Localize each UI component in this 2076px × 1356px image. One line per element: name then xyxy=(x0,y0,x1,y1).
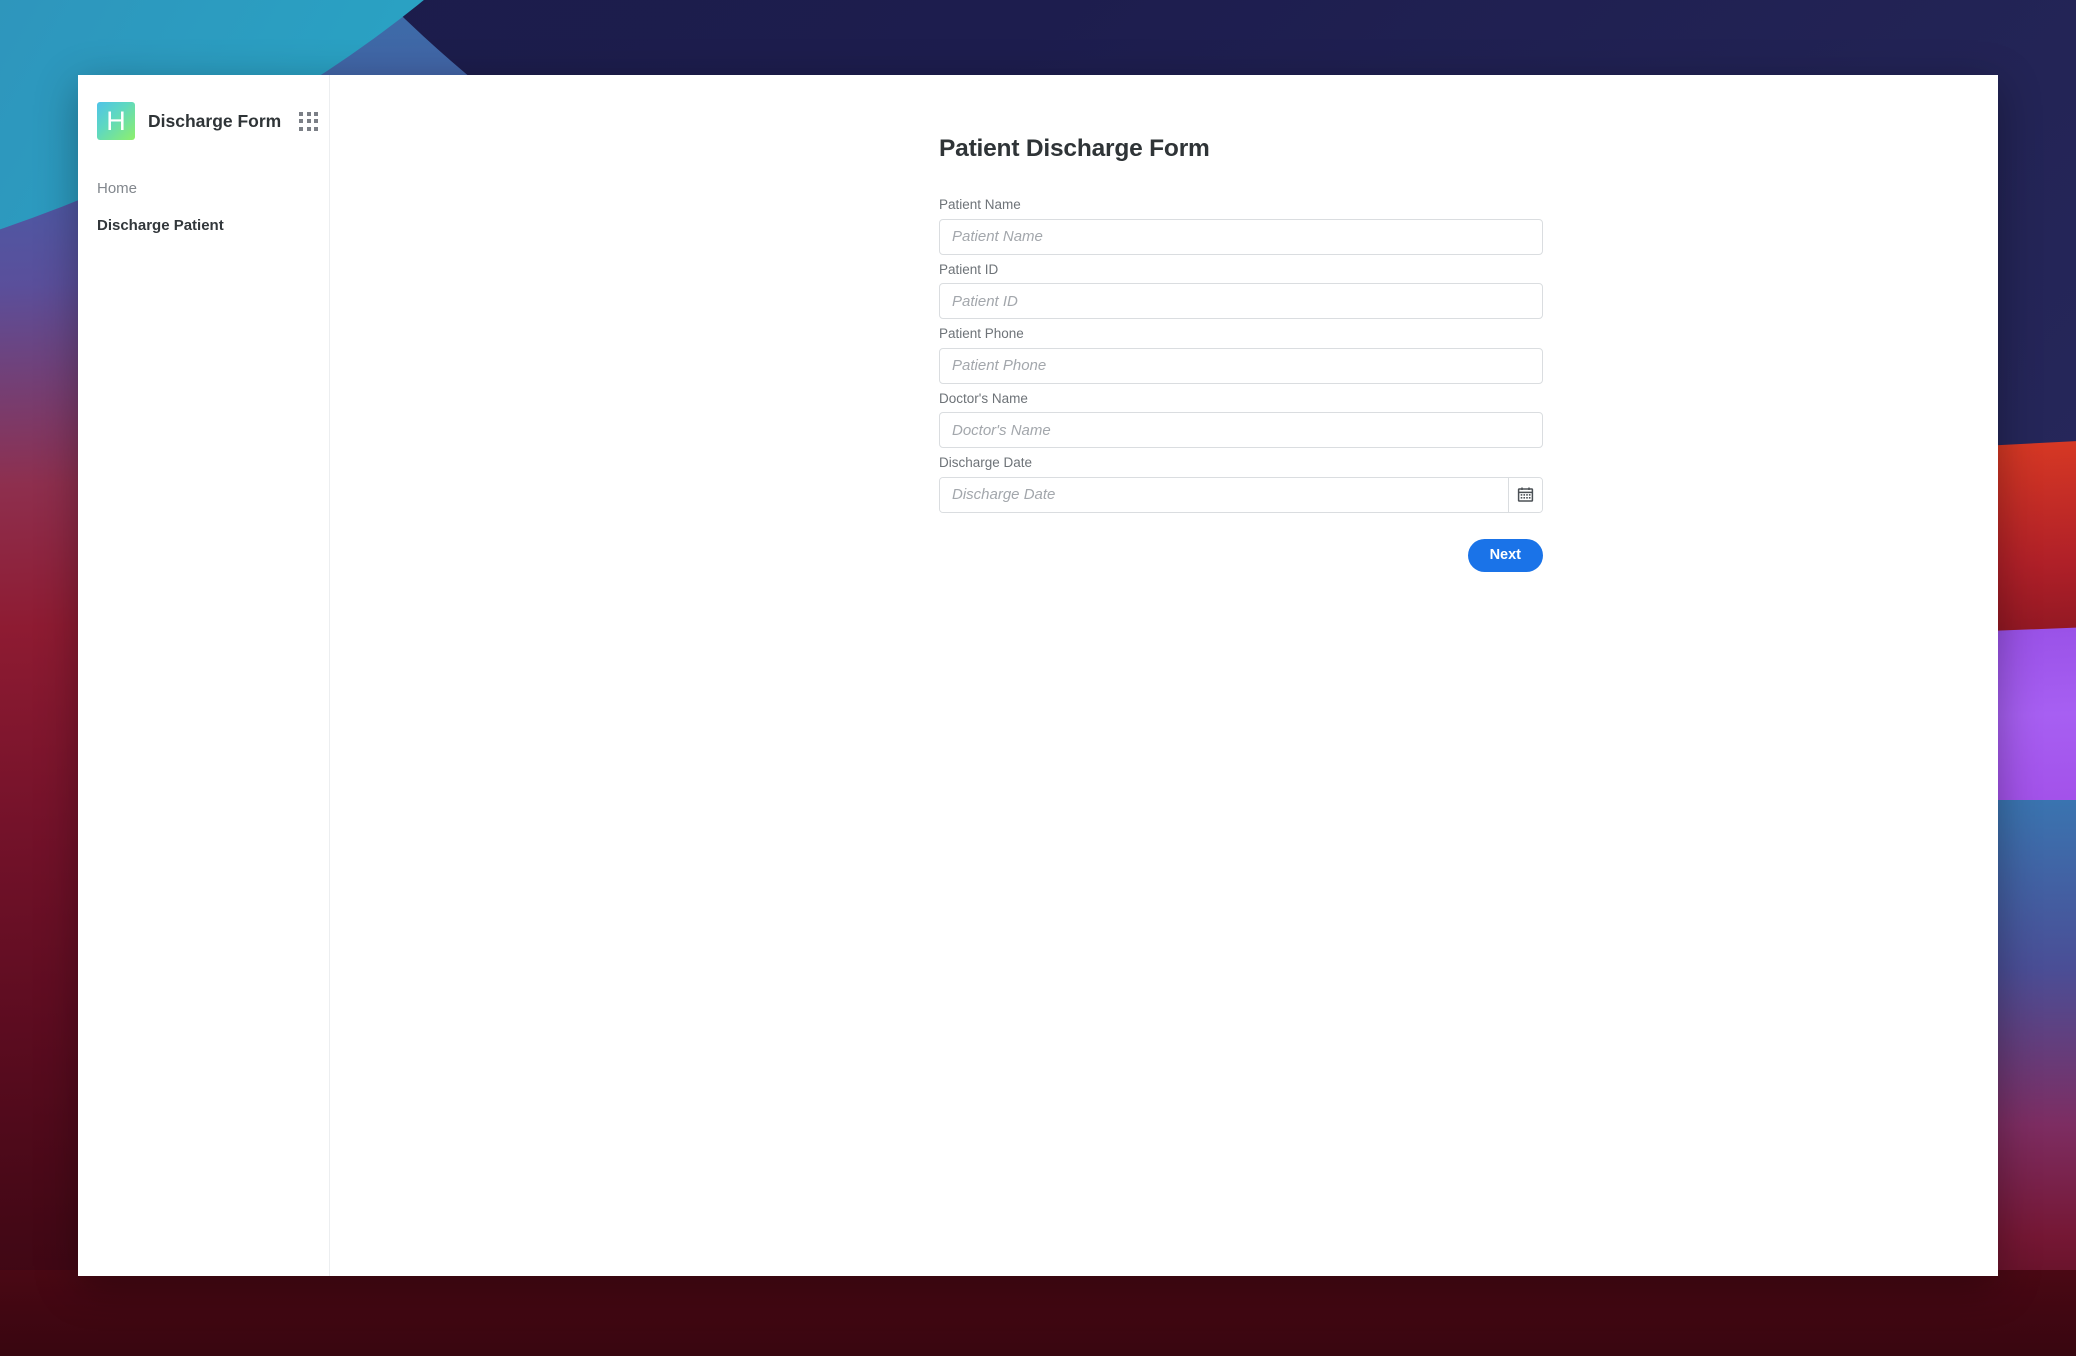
discharge-form: Patient Discharge Form Patient Name Pati… xyxy=(939,135,1543,572)
discharge-date-group xyxy=(939,476,1543,513)
apps-grid-dot xyxy=(306,119,311,123)
wallpaper-bottom-strip xyxy=(0,1270,2076,1356)
apps-grid-dot xyxy=(306,126,311,131)
field-patient-phone: Patient Phone xyxy=(939,325,1543,384)
label-discharge-date: Discharge Date xyxy=(939,455,1033,471)
field-discharge-date: Discharge Date xyxy=(939,454,1543,513)
form-actions: Next xyxy=(939,538,1543,572)
apps-grid-dot xyxy=(299,111,304,116)
app-title: Discharge Form xyxy=(148,110,282,131)
field-patient-id: Patient ID xyxy=(939,261,1543,320)
brand-header: H Discharge Form xyxy=(78,97,329,145)
calendar-icon xyxy=(1517,487,1534,502)
app-window: H Discharge Form Home Discharge Patient … xyxy=(78,75,1998,1276)
doctors-name-input[interactable] xyxy=(939,412,1543,449)
sidebar: H Discharge Form Home Discharge Patient xyxy=(78,75,330,1276)
label-patient-id: Patient ID xyxy=(939,261,999,277)
main-content: Patient Discharge Form Patient Name Pati… xyxy=(330,75,1998,1276)
sidebar-item-home[interactable]: Home xyxy=(78,173,329,204)
apps-grid-dot xyxy=(314,126,319,131)
page-title: Patient Discharge Form xyxy=(939,135,1210,162)
apps-grid-icon[interactable] xyxy=(299,111,319,131)
logo-letter: H xyxy=(106,105,126,136)
discharge-date-input[interactable] xyxy=(940,477,1508,512)
apps-grid-dot xyxy=(299,119,304,123)
next-button[interactable]: Next xyxy=(1467,538,1543,572)
apps-grid-dot xyxy=(299,126,304,131)
app-logo: H xyxy=(97,102,135,140)
apps-grid-dot xyxy=(314,111,319,116)
label-patient-name: Patient Name xyxy=(939,197,1021,212)
field-patient-name: Patient Name xyxy=(939,196,1543,255)
apps-grid-dot xyxy=(314,119,319,123)
apps-grid-dot xyxy=(306,111,311,116)
sidebar-nav: Home Discharge Patient xyxy=(78,173,329,241)
patient-name-input[interactable] xyxy=(939,218,1543,255)
patient-id-input[interactable] xyxy=(939,283,1543,320)
field-doctors-name: Doctor's Name xyxy=(939,390,1543,449)
label-doctors-name: Doctor's Name xyxy=(939,390,1028,406)
sidebar-item-discharge-patient[interactable]: Discharge Patient xyxy=(78,204,329,241)
patient-phone-input[interactable] xyxy=(939,347,1543,384)
calendar-picker-button[interactable] xyxy=(1508,477,1542,512)
label-patient-phone: Patient Phone xyxy=(939,326,1024,342)
